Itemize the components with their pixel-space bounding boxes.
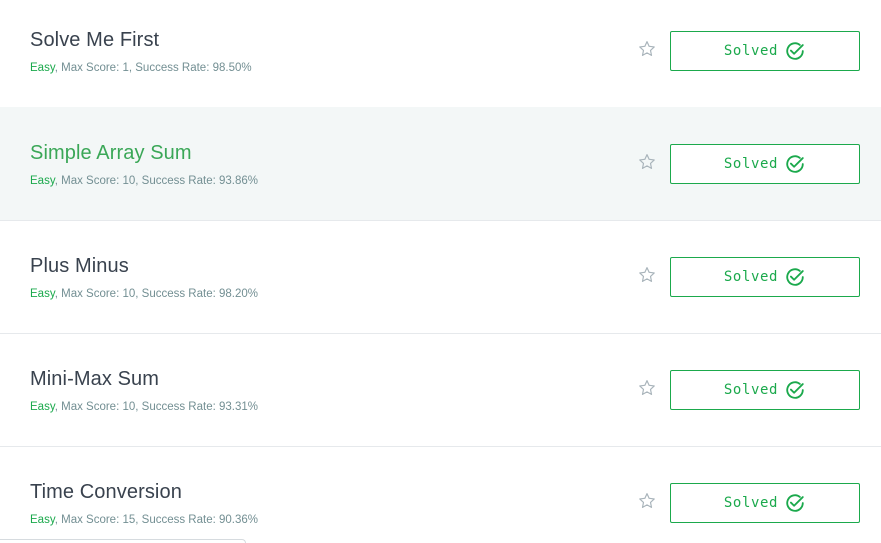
challenge-meta: Easy, Max Score: 15, Success Rate: 90.36… [30,513,258,527]
check-circle-icon [786,42,804,60]
challenge-meta: Easy, Max Score: 10, Success Rate: 93.31… [30,400,258,414]
star-outline-icon[interactable] [637,39,657,59]
solved-button[interactable]: Solved [670,257,860,297]
star-outline-icon[interactable] [637,152,657,172]
challenge-title[interactable]: Simple Array Sum [30,141,192,165]
solved-label: Solved [723,382,779,398]
difficulty-label: Easy [30,401,55,413]
challenge-title[interactable]: Solve Me First [30,28,159,52]
challenge-row[interactable]: Solve Me First Easy, Max Score: 1, Succe… [0,0,881,113]
bottom-panel-edge [0,539,246,543]
challenge-title[interactable]: Time Conversion [30,480,182,504]
star-outline-icon[interactable] [637,265,657,285]
check-circle-icon [786,268,804,286]
check-circle-icon [786,381,804,399]
challenge-meta: Easy, Max Score: 10, Success Rate: 93.86… [30,174,258,188]
challenge-details: , Max Score: 1, Success Rate: 98.50% [54,62,252,74]
challenge-row[interactable]: Simple Array Sum Easy, Max Score: 10, Su… [0,107,881,221]
difficulty-label: Easy [30,514,55,526]
challenge-meta: Easy, Max Score: 10, Success Rate: 98.20… [30,287,258,301]
difficulty-label: Easy [30,62,55,74]
challenge-details: , Max Score: 10, Success Rate: 93.86% [54,175,258,187]
difficulty-label: Easy [30,175,55,187]
solved-button[interactable]: Solved [670,31,860,71]
solved-label: Solved [723,495,779,511]
challenge-row[interactable]: Time Conversion Easy, Max Score: 15, Suc… [0,447,881,543]
challenge-details: , Max Score: 15, Success Rate: 90.36% [54,514,258,526]
solved-button[interactable]: Solved [670,144,860,184]
challenge-meta: Easy, Max Score: 1, Success Rate: 98.50% [30,61,252,75]
star-outline-icon[interactable] [637,378,657,398]
challenge-row[interactable]: Mini-Max Sum Easy, Max Score: 10, Succes… [0,334,881,447]
challenge-list: Solve Me First Easy, Max Score: 1, Succe… [0,0,881,543]
challenge-details: , Max Score: 10, Success Rate: 98.20% [54,288,258,300]
star-outline-icon[interactable] [637,491,657,511]
solved-button[interactable]: Solved [670,483,860,523]
solved-button[interactable]: Solved [670,370,860,410]
challenge-row[interactable]: Plus Minus Easy, Max Score: 10, Success … [0,221,881,334]
solved-label: Solved [723,43,779,59]
solved-label: Solved [723,269,779,285]
challenge-details: , Max Score: 10, Success Rate: 93.31% [54,401,258,413]
check-circle-icon [786,494,804,512]
check-circle-icon [786,155,804,173]
solved-label: Solved [723,156,779,172]
challenge-title[interactable]: Mini-Max Sum [30,367,159,391]
challenge-title[interactable]: Plus Minus [30,254,129,278]
difficulty-label: Easy [30,288,55,300]
